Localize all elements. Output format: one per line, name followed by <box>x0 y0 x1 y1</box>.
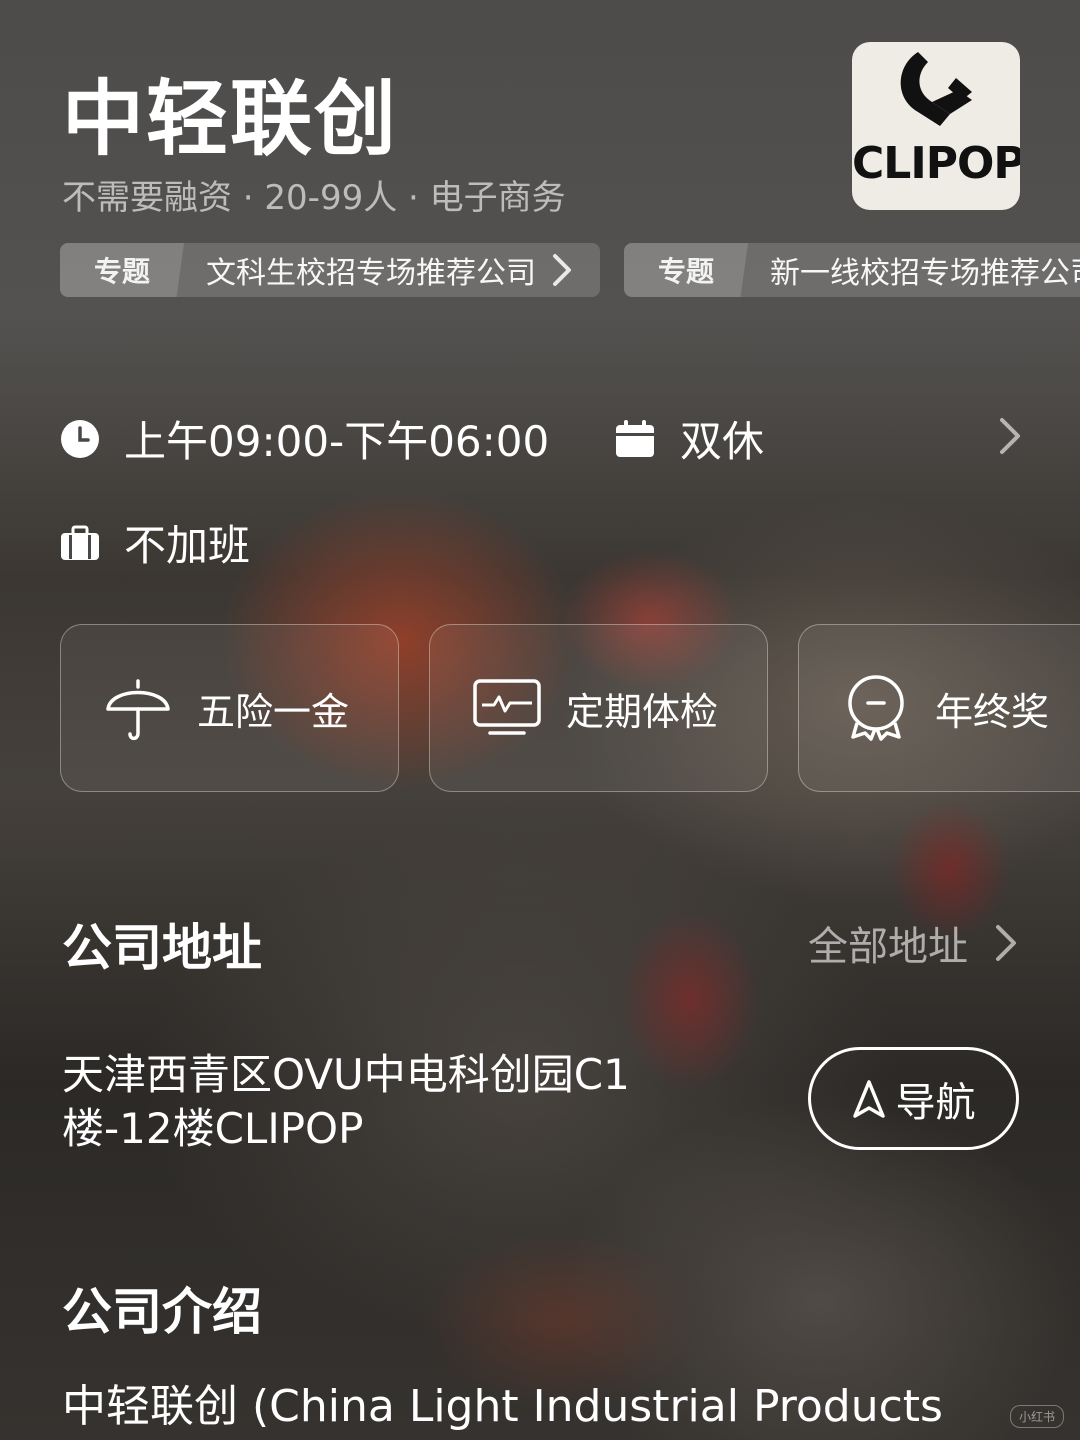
award-medal-icon <box>848 675 904 741</box>
chevron-right-icon[interactable] <box>996 416 1024 456</box>
health-monitor-icon <box>473 679 541 735</box>
benefit-label: 五险一金 <box>197 689 350 734</box>
all-addresses-link[interactable]: 全部地址 <box>808 914 1020 972</box>
chevron-right-icon <box>996 925 1016 961</box>
company-address: 天津西青区OVU中电科创园C1楼-12楼CLIPOP <box>62 1050 630 1153</box>
benefit-label: 定期体检 <box>566 689 719 734</box>
benefit-card[interactable]: 年终奖 <box>798 624 1080 792</box>
briefcase-icon <box>61 525 99 560</box>
benefit-card[interactable]: 定期体检 <box>429 624 768 792</box>
all-addresses-label: 全部地址 <box>808 924 968 970</box>
address-section-title: 公司地址 <box>62 919 262 977</box>
topic-text: 新一线校招专场推荐公司 <box>770 256 1080 291</box>
overtime-row: 不加班 <box>60 512 250 573</box>
intro-section-title: 公司介绍 <box>62 1283 262 1341</box>
calendar-icon <box>616 419 654 457</box>
navigate-label: 导航 <box>895 1079 976 1126</box>
rest-days-row[interactable]: 双休 <box>614 408 764 469</box>
rest-days-text: 双休 <box>680 417 765 466</box>
logo-text: CLIPOP <box>852 138 1020 189</box>
navigate-button[interactable]: 导航 <box>808 1047 1019 1150</box>
company-intro-text: 中轻联创 (China Light Industrial Products <box>62 1381 943 1432</box>
chevron-right-icon <box>553 254 572 286</box>
topic-tag: 专题 <box>60 243 185 297</box>
topic-text: 文科生校招专场推荐公司 <box>206 256 537 291</box>
work-hours-row[interactable]: 上午09:00-下午06:00 <box>60 408 549 469</box>
company-name: 中轻联创 <box>62 72 399 167</box>
topic-tag: 专题 <box>624 243 749 297</box>
clock-icon <box>61 419 99 458</box>
topic-chip-1[interactable]: 专题 文科生校招专场推荐公司 <box>60 243 600 297</box>
company-logo: CLIPOP <box>852 42 1020 210</box>
benefit-label: 年终奖 <box>935 689 1050 734</box>
topic-chip-2[interactable]: 专题 新一线校招专场推荐公司 <box>624 243 1080 297</box>
work-hours-text: 上午09:00-下午06:00 <box>124 417 550 466</box>
umbrella-icon <box>106 679 170 741</box>
logo-mark-icon <box>900 52 972 126</box>
overtime-text: 不加班 <box>124 521 251 570</box>
benefit-card[interactable]: 五险一金 <box>60 624 399 792</box>
company-meta: 不需要融资 · 20-99人 · 电子商务 <box>62 178 566 218</box>
navigation-arrow-icon <box>852 1079 885 1118</box>
watermark: 小红书 <box>1009 1405 1064 1428</box>
company-page: 中轻联创 不需要融资 · 20-99人 · 电子商务 CLIPOP 专题 文科生… <box>0 0 1080 1440</box>
